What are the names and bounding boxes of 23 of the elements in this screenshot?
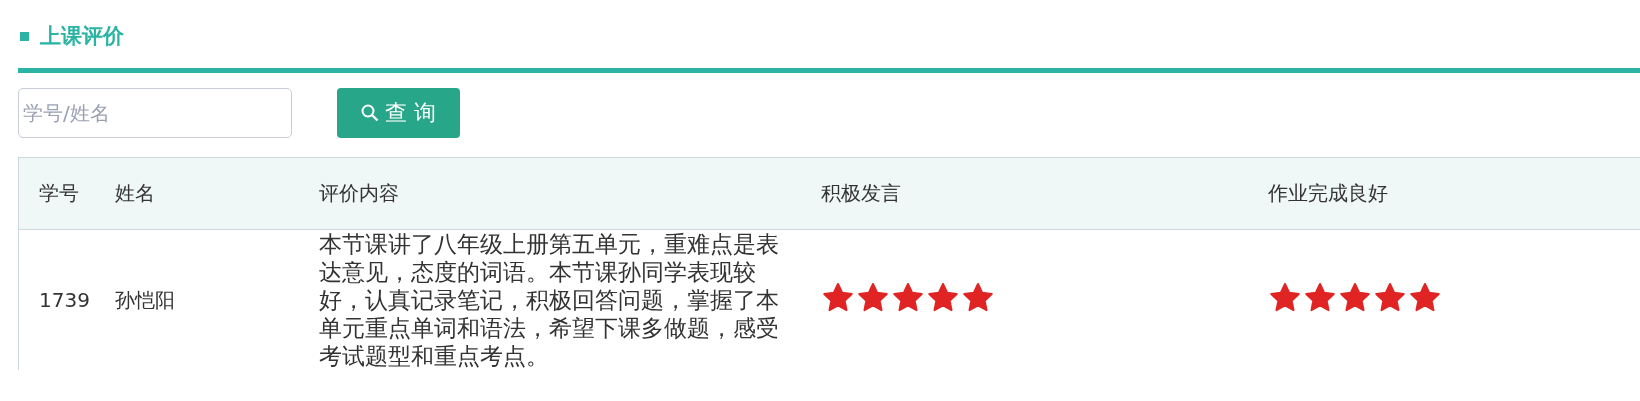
star-icon [926,281,960,314]
table-cell: 1739 [39,288,90,312]
column-header: 评价内容 [319,181,399,205]
search-icon [361,104,379,122]
star-icon [856,281,890,314]
column-header: 姓名 [115,181,155,205]
column-header: 学号 [39,181,79,205]
column-header: 作业完成良好 [1268,181,1388,205]
star-icon [821,281,855,314]
star-icon [1408,281,1442,314]
star-icon [1268,281,1302,314]
search-button[interactable]: 查 询 [337,88,460,138]
star-icon [1373,281,1407,314]
star-icon [1338,281,1372,314]
star-icon [891,281,925,314]
star-icon [1303,281,1337,314]
column-header: 积极发言 [821,181,901,205]
table-cell-text: 本节课讲了八年级上册第五单元，重难点是表达意见，态度的词语。本节课孙同学表现较好，认真记录笔记，积极回答问题，掌握了本单元重点单词和语法，希望下课多做题，感受考试题型和重点考点。 [319,230,780,370]
section-title: 上课评价 [40,23,124,50]
search-field[interactable]: 学号/姓名 [18,88,292,138]
table-cell: 孙恺阳 [115,287,175,312]
square-icon [20,31,29,41]
star-icon [961,281,995,314]
